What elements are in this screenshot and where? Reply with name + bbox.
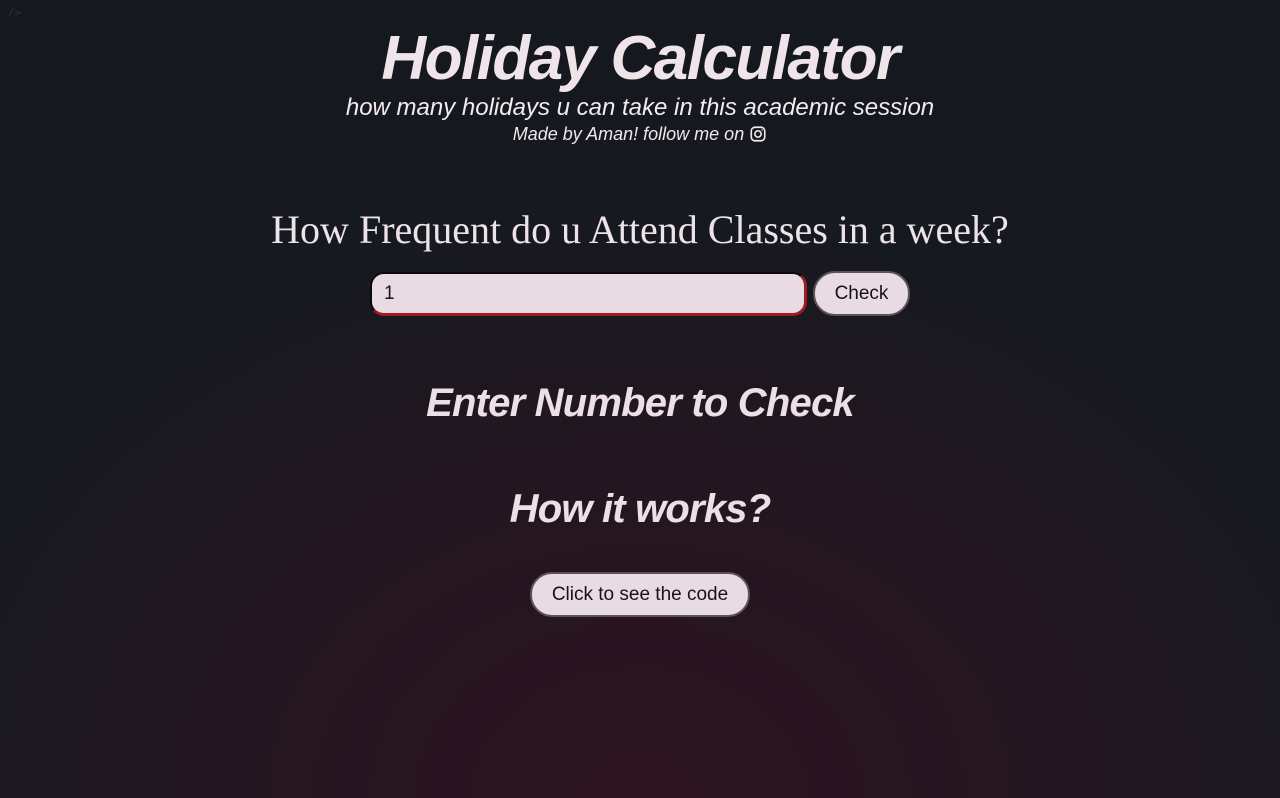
instagram-link[interactable] <box>749 125 767 143</box>
check-button[interactable]: Check <box>813 271 910 316</box>
main-content: How Frequent do u Attend Classes in a we… <box>0 205 1280 617</box>
code-button-row: Click to see the code <box>0 572 1280 617</box>
how-it-works-heading: How it works? <box>509 487 772 531</box>
check-form: Check <box>0 271 1280 316</box>
credit-text: Made by Aman! follow me on <box>512 124 745 144</box>
see-code-button[interactable]: Click to see the code <box>530 572 750 617</box>
corner-glyph: /> <box>8 6 22 19</box>
result-text: Enter Number to Check <box>426 381 855 425</box>
classes-per-week-input[interactable] <box>370 271 807 316</box>
app-subtitle: how many holidays u can take in this aca… <box>345 94 935 121</box>
instagram-icon[interactable] <box>749 125 767 143</box>
frequency-question: How Frequent do u Attend Classes in a we… <box>271 207 1009 252</box>
page-header: Holiday Calculator how many holidays u c… <box>0 0 1280 145</box>
app-title: Holiday Calculator <box>381 24 900 93</box>
credit-line: Made by Aman! follow me on <box>513 123 767 145</box>
